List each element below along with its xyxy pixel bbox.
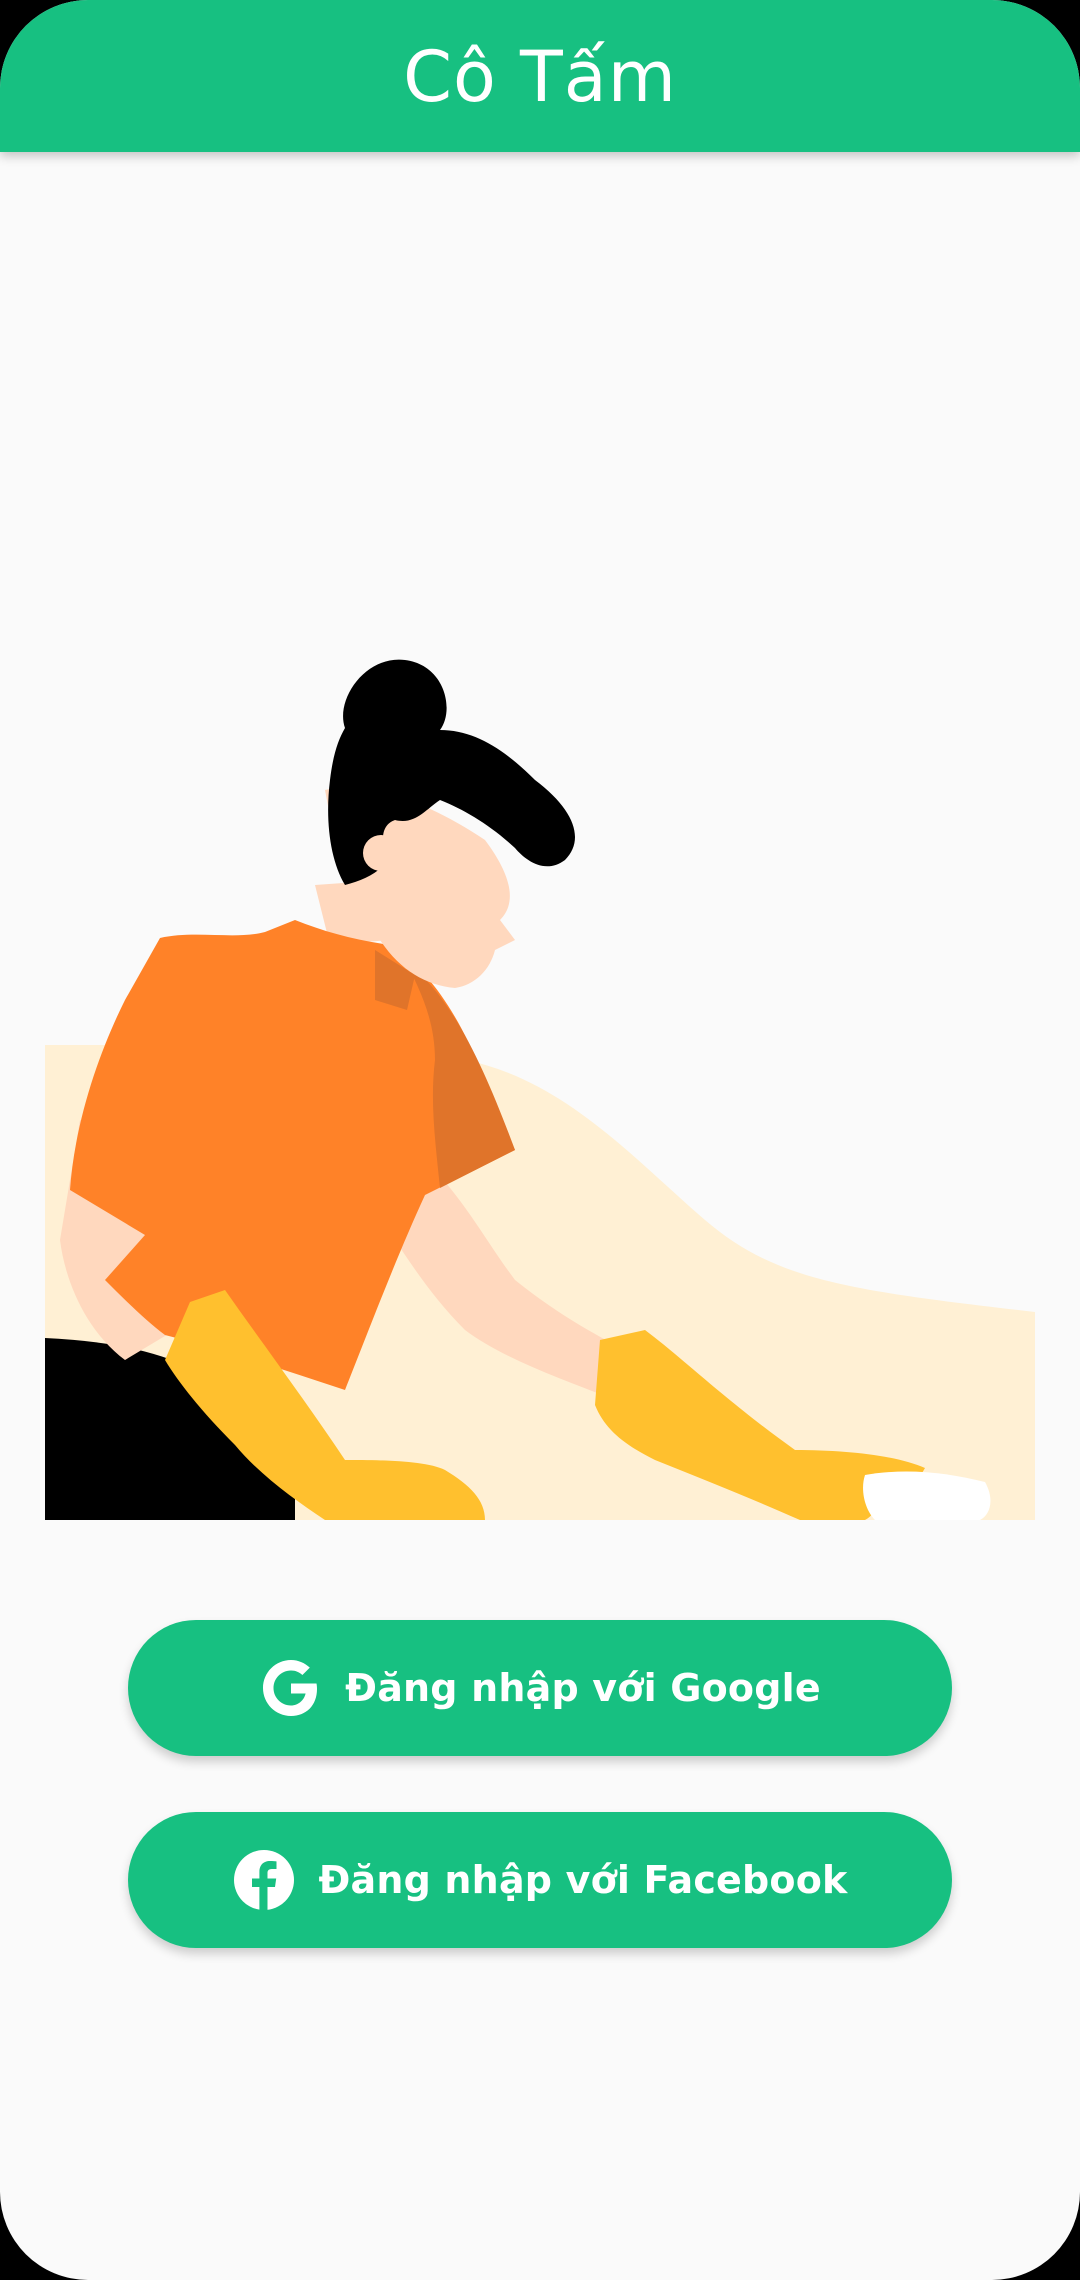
facebook-icon (232, 1848, 296, 1912)
illustration-graphic (45, 659, 1035, 1520)
cleaning-woman-illustration (45, 640, 1035, 1520)
app-screen: Cô Tấm Đăng nhập với Google Đăng nhập vớ… (0, 0, 1080, 2280)
google-icon (259, 1656, 323, 1720)
google-login-label: Đăng nhập với Google (345, 1666, 821, 1710)
facebook-login-button[interactable]: Đăng nhập với Facebook (128, 1812, 952, 1948)
app-title: Cô Tấm (403, 36, 677, 118)
google-login-button[interactable]: Đăng nhập với Google (128, 1620, 952, 1756)
app-bar: Cô Tấm (0, 0, 1080, 152)
facebook-login-label: Đăng nhập với Facebook (318, 1858, 848, 1902)
